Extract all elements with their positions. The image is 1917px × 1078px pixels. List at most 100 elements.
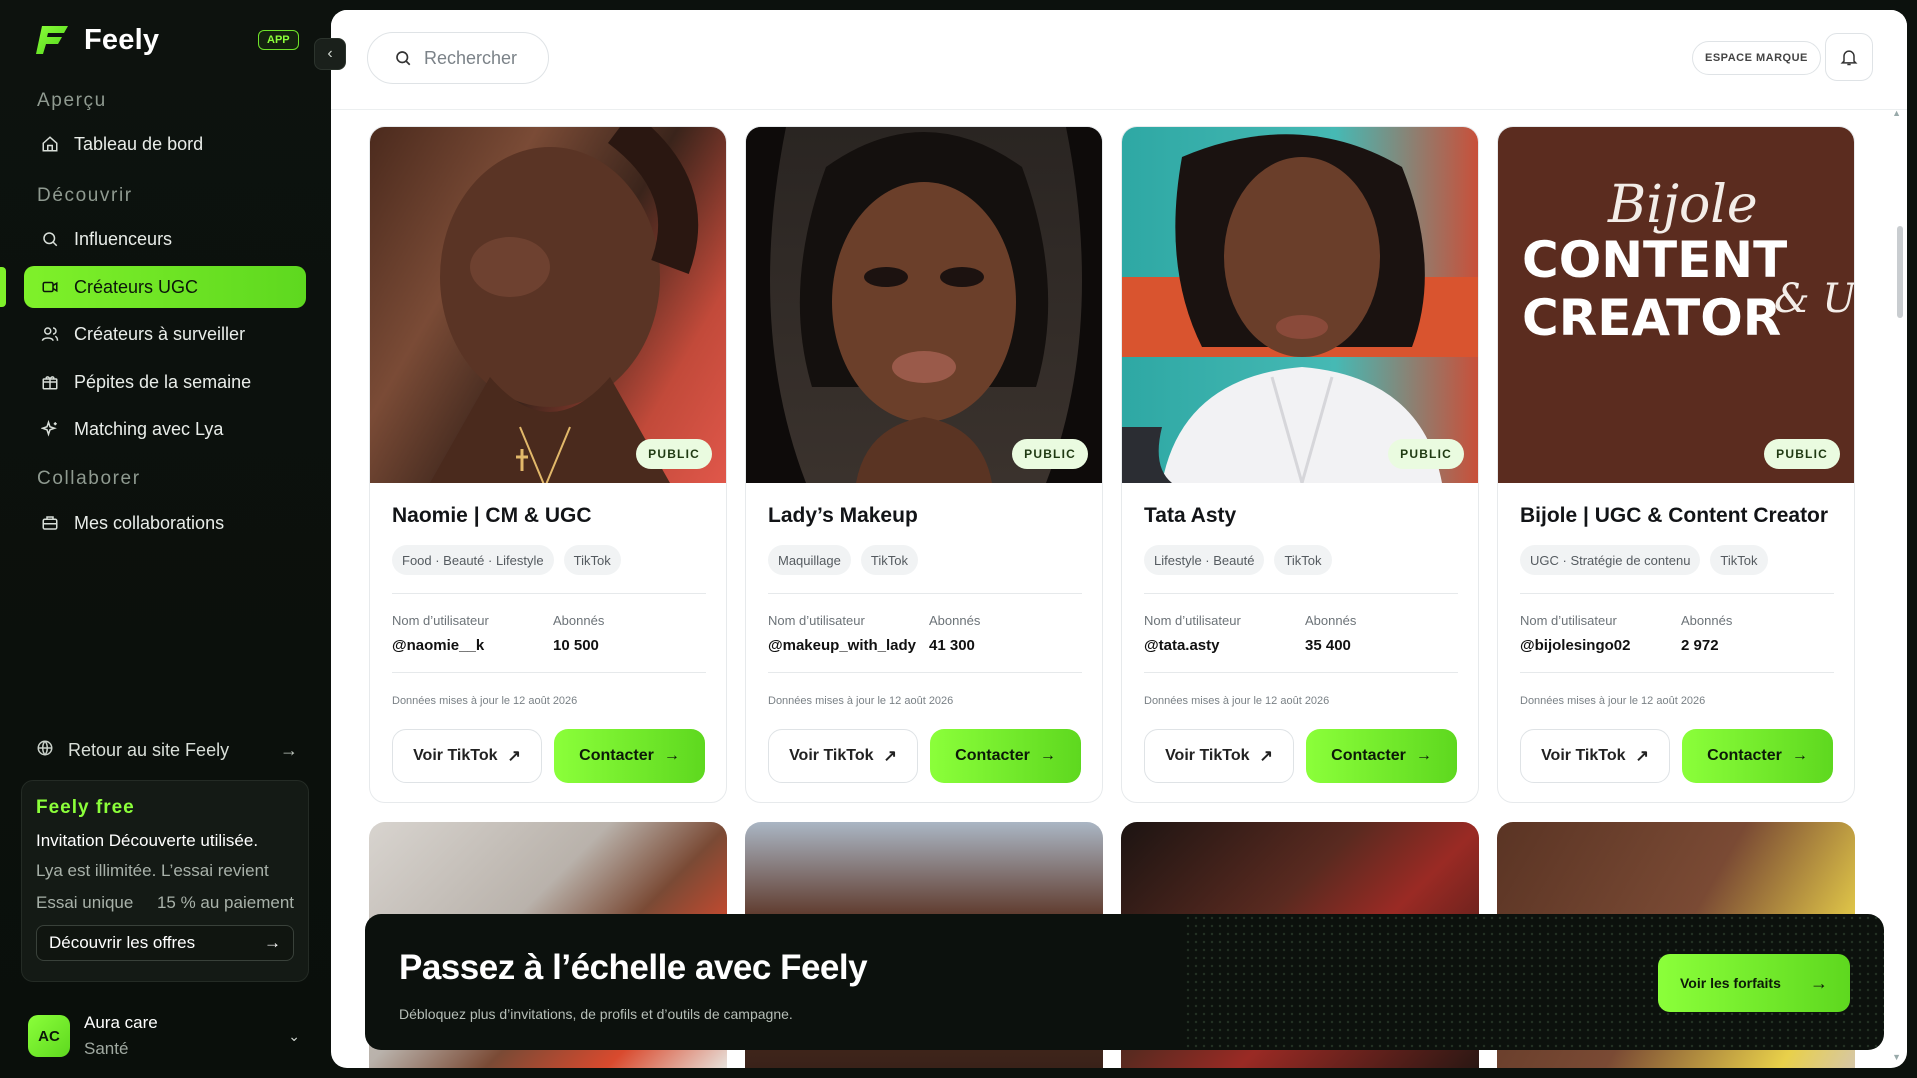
brand-name: Feely [84,23,160,56]
promo-title: Passez à l’échelle avec Feely [399,948,868,987]
divider [768,672,1082,673]
username-label: Nom d’utilisateur [1144,613,1241,628]
external-link-icon: ↗ [507,748,521,765]
creator-card: PUBLIC Lady’s Makeup Maquillage TikTok N… [745,126,1103,803]
creator-name: Naomie | CM & UGC [392,504,592,527]
sparkles-icon [40,419,60,439]
view-tiktok-label: Voir TikTok [1541,747,1626,764]
active-marker [0,267,6,307]
gift-icon [40,372,60,392]
username-value: @tata.asty [1144,637,1220,654]
followers-value: 2 972 [1681,637,1719,654]
espace-marque-button[interactable]: ESPACE MARQUE [1692,41,1821,75]
main-panel: Rechercher ESPACE MARQUE ▲ ▼ PUBLIC Naom… [331,10,1907,1068]
brand[interactable]: Feely [36,22,159,58]
plan-card: Feely free Invitation Découverte utilisé… [21,780,309,982]
divider [392,593,706,594]
chevron-down-icon: ⌄ [288,1027,300,1044]
public-badge: PUBLIC [1388,439,1464,469]
upgrade-banner: Passez à l’échelle avec Feely Débloquez … [365,914,1884,1050]
promo-subtitle: Débloquez plus d’invitations, de profils… [399,1006,793,1022]
back-link-label: Retour au site Feely [68,740,230,760]
sidebar-item-pepites[interactable]: Pépites de la semaine [24,361,306,403]
sidebar-item-label: Matching avec Lya [74,418,224,439]
section-title-collaborer: Collaborer [37,468,141,489]
username-label: Nom d’utilisateur [392,613,489,628]
contact-button[interactable]: Contacter → [554,729,705,783]
view-tiktok-button[interactable]: Voir TikTok ↗ [768,729,918,783]
updated-date: Données mises à jour le 12 août 2026 [1144,695,1330,707]
discover-offers-button[interactable]: Découvrir les offres → [36,925,294,961]
plan-text: Lya est illimitée. L’essai revient [36,861,269,880]
plan-trial-label: Essai unique [36,893,134,912]
topbar: Rechercher ESPACE MARQUE [331,10,1907,110]
view-plans-button[interactable]: Voir les forfaits → [1658,954,1850,1012]
creator-card: Bijole CONTENT CREATOR & U PUBLIC Bijole… [1497,126,1855,803]
external-link-icon: ↗ [1259,748,1273,765]
username-value: @naomie__k [392,637,485,654]
divider [392,672,706,673]
scroll-down-arrow-icon[interactable]: ▼ [1892,1052,1901,1062]
creator-card: PUBLIC Naomie | CM & UGC Food · Beauté ·… [369,126,727,803]
plan-subtitle: Invitation Découverte utilisée. [36,831,259,850]
account-category: Santé [84,1039,129,1058]
followers-value: 41 300 [929,637,975,654]
creator-card: PUBLIC Tata Asty Lifestyle · Beauté TikT… [1121,126,1479,803]
contact-label: Contacter [955,747,1030,764]
account-switcher[interactable]: AC Aura care Santé ⌄ [28,1011,300,1061]
back-to-site-link[interactable]: Retour au site Feely → [36,739,298,762]
contact-button[interactable]: Contacter → [1306,729,1457,783]
photo-content-text: CONTENT [1522,231,1787,289]
chevron-left-icon: ‹ [327,45,333,62]
username-value: @makeup_with_lady [768,637,917,654]
avatar: AC [28,1015,70,1057]
divider [1144,593,1458,594]
users-icon [40,324,60,344]
divider [1520,672,1834,673]
creator-photo: PUBLIC [370,127,726,483]
search-placeholder: Rechercher [424,47,518,68]
creator-name: Tata Asty [1144,504,1237,527]
sidebar-item-tableau-de-bord[interactable]: Tableau de bord [24,123,306,165]
scrollbar-thumb[interactable] [1897,226,1903,318]
sidebar-item-label: Pépites de la semaine [74,371,252,392]
briefcase-icon [40,513,60,533]
collapse-sidebar-button[interactable]: ‹ [314,38,346,70]
sidebar-item-label: Créateurs à surveiller [74,323,246,344]
view-tiktok-button[interactable]: Voir TikTok ↗ [392,729,542,783]
sidebar-item-mes-collaborations[interactable]: Mes collaborations [24,502,306,544]
plan-trial-row: Essai unique 15 % au paiement [36,893,294,913]
platform-tag: TikTok [860,545,918,575]
arrow-right-icon: → [1791,747,1808,764]
sidebar-item-createurs-a-surveiller[interactable]: Créateurs à surveiller [24,313,306,355]
sidebar-item-label: Tableau de bord [74,133,204,154]
contact-label: Contacter [579,747,654,764]
search-input[interactable]: Rechercher [367,32,549,84]
sidebar-item-influenceurs[interactable]: Influenceurs [24,218,306,260]
external-link-icon: ↗ [883,748,897,765]
bell-icon [1840,50,1858,66]
followers-value: 35 400 [1305,637,1351,654]
divider [1520,593,1834,594]
category-tag: Maquillage [768,545,851,575]
divider [768,593,1082,594]
arrow-right-icon: → [280,740,298,760]
updated-date: Données mises à jour le 12 août 2026 [768,695,954,707]
notifications-button[interactable] [1825,33,1873,81]
contact-button[interactable]: Contacter → [1682,729,1833,783]
followers-label: Abonnés [1305,613,1357,628]
followers-label: Abonnés [553,613,605,628]
feely-logo-icon [36,26,68,54]
video-icon [40,277,60,297]
contact-button[interactable]: Contacter → [930,729,1081,783]
view-tiktok-button[interactable]: Voir TikTok ↗ [1144,729,1294,783]
followers-label: Abonnés [1681,613,1733,628]
sidebar-item-matching-lya[interactable]: Matching avec Lya [24,408,306,450]
plan-trial-value: 15 % au paiement [156,893,294,912]
arrow-right-icon: → [1810,972,1828,993]
plan-title: Feely free [36,797,135,818]
creator-photo: Bijole CONTENT CREATOR & U PUBLIC [1498,127,1854,483]
sidebar-item-createurs-ugc[interactable]: Créateurs UGC [24,266,306,308]
view-tiktok-button[interactable]: Voir TikTok ↗ [1520,729,1670,783]
arrow-right-icon: → [663,747,680,764]
